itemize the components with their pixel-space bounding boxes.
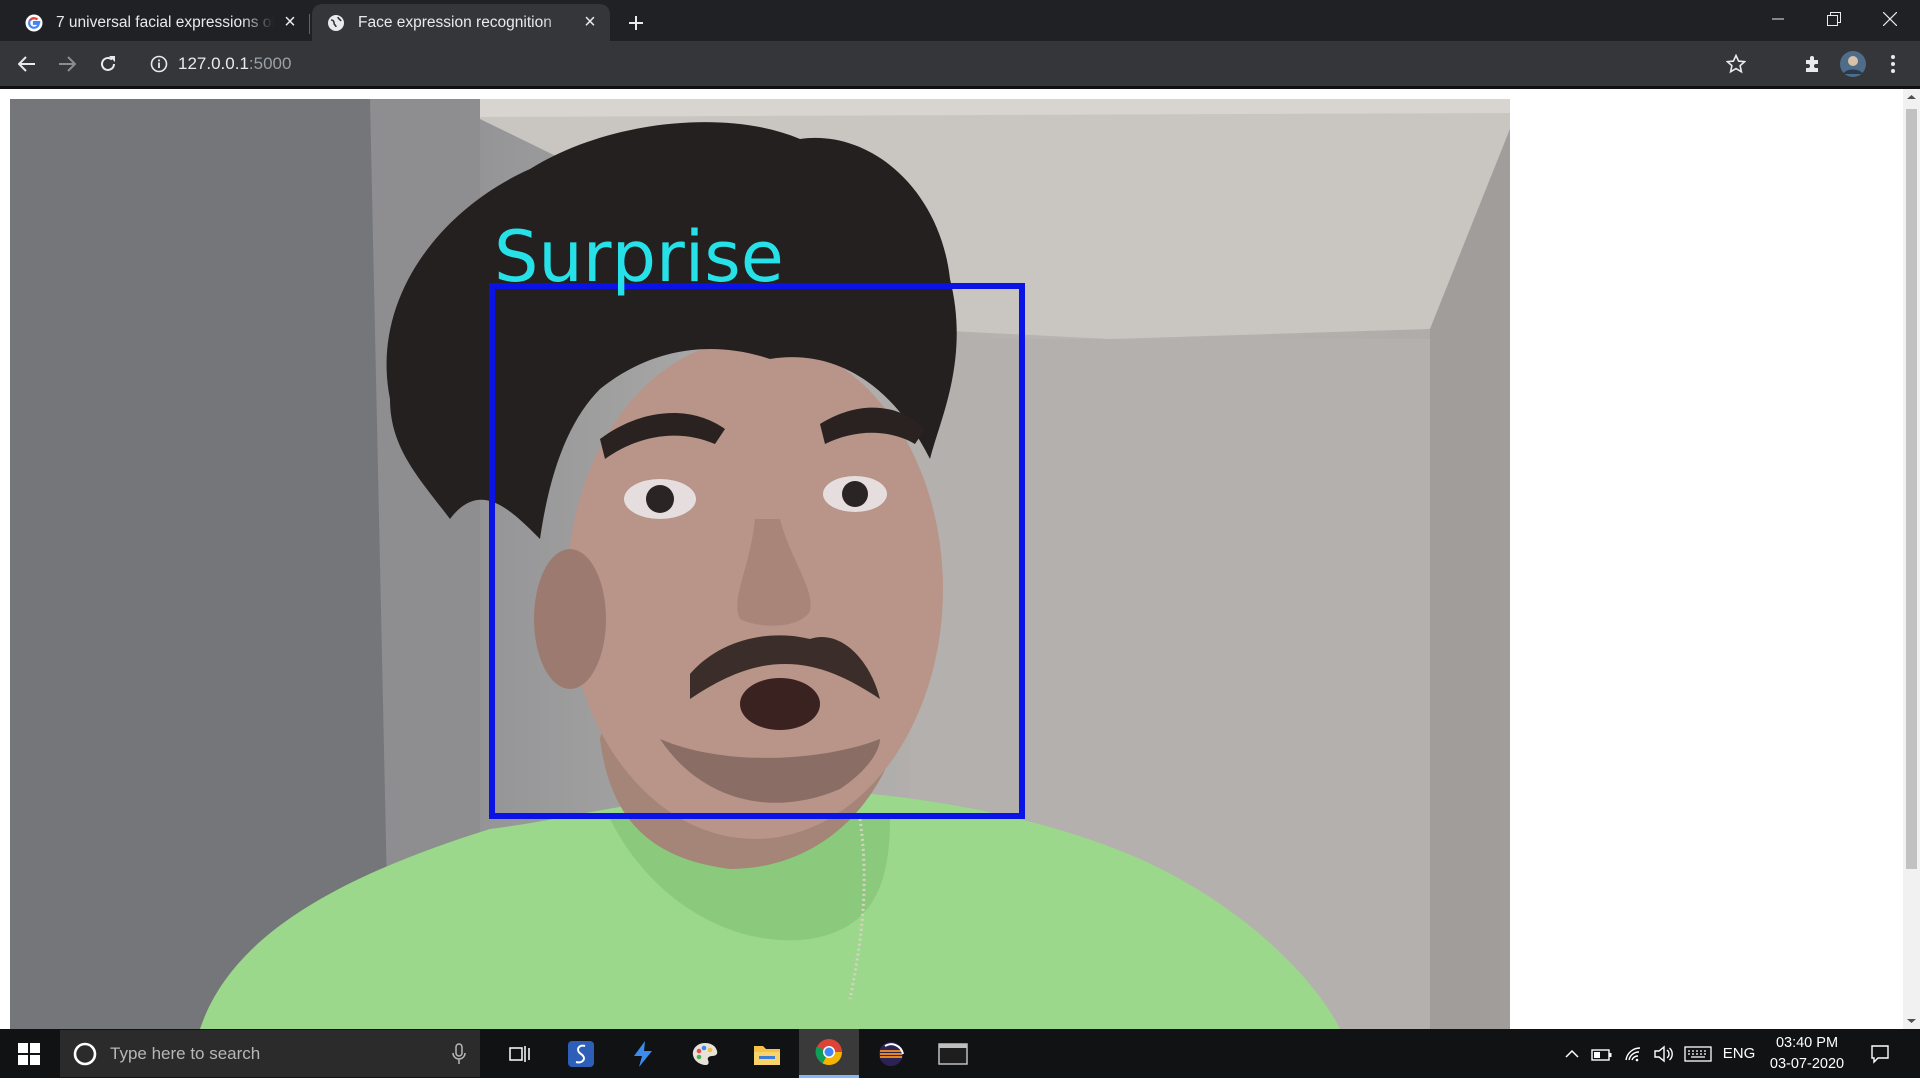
task-view-button[interactable] xyxy=(490,1029,550,1078)
info-icon[interactable] xyxy=(150,55,168,78)
task-view-icon xyxy=(509,1045,530,1062)
keyboard-icon[interactable] xyxy=(1680,1029,1716,1078)
browser-tab-strip: 7 universal facial expressions of emotio… xyxy=(0,0,1920,41)
restore-icon xyxy=(1827,12,1841,26)
notification-icon xyxy=(1871,1044,1889,1064)
emotion-label: Surprise xyxy=(494,216,784,298)
palette-icon xyxy=(692,1042,718,1065)
chevron-up-icon xyxy=(1565,1049,1579,1058)
taskbar-app-file-explorer[interactable] xyxy=(737,1029,797,1078)
tab-facial-expressions[interactable]: 7 universal facial expressions of emotio… xyxy=(10,4,310,41)
taskbar-app-bolt[interactable] xyxy=(613,1029,673,1078)
search-placeholder: Type here to search xyxy=(110,1043,261,1063)
scroll-thumb[interactable] xyxy=(1906,109,1917,869)
input-language[interactable]: ENG xyxy=(1718,1029,1760,1078)
script-s-icon xyxy=(568,1040,594,1067)
minimize-icon xyxy=(1772,18,1784,20)
system-clock[interactable]: 03:40 PM 03-07-2020 xyxy=(1760,1033,1854,1075)
new-tab-button[interactable] xyxy=(620,7,652,39)
google-g-icon xyxy=(24,13,44,33)
forward-button[interactable] xyxy=(51,48,83,80)
scroll-down-icon[interactable] xyxy=(1903,1015,1920,1027)
taskbar-app-scribe[interactable] xyxy=(551,1029,611,1078)
minimize-button[interactable] xyxy=(1750,0,1806,38)
close-tab-icon[interactable]: × xyxy=(280,11,300,33)
taskbar-app-terminal[interactable] xyxy=(923,1029,983,1078)
taskbar-app-paint[interactable] xyxy=(675,1029,735,1078)
tab-title: Face expression recognition xyxy=(358,13,552,31)
globe-icon xyxy=(326,13,346,33)
start-button[interactable] xyxy=(0,1029,58,1078)
browser-toolbar: 127.0.0.1:5000 xyxy=(0,41,1920,86)
puzzle-icon xyxy=(1806,56,1818,72)
extensions-button[interactable] xyxy=(1797,48,1829,80)
reload-button[interactable] xyxy=(92,48,124,80)
tab-separator xyxy=(309,14,310,34)
taskbar-app-eclipse[interactable] xyxy=(861,1029,921,1078)
reload-icon xyxy=(101,56,115,71)
avatar-icon xyxy=(1840,51,1866,77)
bookmark-star-icon[interactable] xyxy=(1725,53,1747,79)
taskbar-search-box[interactable]: Type here to search xyxy=(60,1030,480,1077)
terminal-icon xyxy=(938,1042,968,1065)
webcam-frame-image: Surprise xyxy=(10,99,1510,1029)
taskbar-app-chrome[interactable] xyxy=(799,1029,859,1078)
windows-taskbar: Type here to search ENG 03:40 PM 03-07-2… xyxy=(0,1029,1920,1078)
scroll-up-icon[interactable] xyxy=(1903,91,1920,103)
battery-icon[interactable] xyxy=(1588,1029,1616,1078)
arrow-right-icon xyxy=(59,56,76,72)
arrow-left-icon xyxy=(18,56,35,72)
restore-button[interactable] xyxy=(1806,0,1862,38)
page-viewport: Surprise xyxy=(0,89,1920,1029)
windows-logo-icon xyxy=(18,1042,40,1065)
tab-title: 7 universal facial expressions of emotio… xyxy=(56,13,274,31)
vertical-scrollbar[interactable] xyxy=(1903,89,1920,1029)
eclipse-icon xyxy=(879,1041,904,1066)
close-icon xyxy=(1883,12,1897,26)
show-hidden-icons[interactable] xyxy=(1560,1029,1584,1078)
clock-date: 03-07-2020 xyxy=(1769,1056,1845,1072)
plus-icon xyxy=(629,16,643,30)
cortana-circle-icon xyxy=(73,1042,97,1065)
profile-avatar[interactable] xyxy=(1837,48,1869,80)
url-port: :5000 xyxy=(248,54,292,73)
action-center-button[interactable] xyxy=(1860,1029,1900,1078)
more-vertical-icon xyxy=(1891,55,1895,73)
chrome-icon xyxy=(815,1039,843,1066)
microphone-icon[interactable] xyxy=(452,1042,466,1065)
webcam-video-feed: Surprise xyxy=(10,99,1510,1029)
lightning-bolt-icon xyxy=(634,1040,652,1067)
back-button[interactable] xyxy=(11,48,43,80)
close-window-button[interactable] xyxy=(1862,0,1918,38)
clock-time: 03:40 PM xyxy=(1775,1035,1839,1051)
url-host: 127.0.0.1 xyxy=(178,54,249,73)
tab-face-expression-recognition[interactable]: Face expression recognition × xyxy=(312,4,610,41)
volume-icon[interactable] xyxy=(1650,1029,1678,1078)
menu-button[interactable] xyxy=(1877,48,1909,80)
close-tab-icon[interactable]: × xyxy=(580,11,600,33)
address-bar[interactable]: 127.0.0.1:5000 xyxy=(138,46,1754,82)
folder-icon xyxy=(754,1045,780,1065)
wifi-icon[interactable] xyxy=(1620,1029,1648,1078)
